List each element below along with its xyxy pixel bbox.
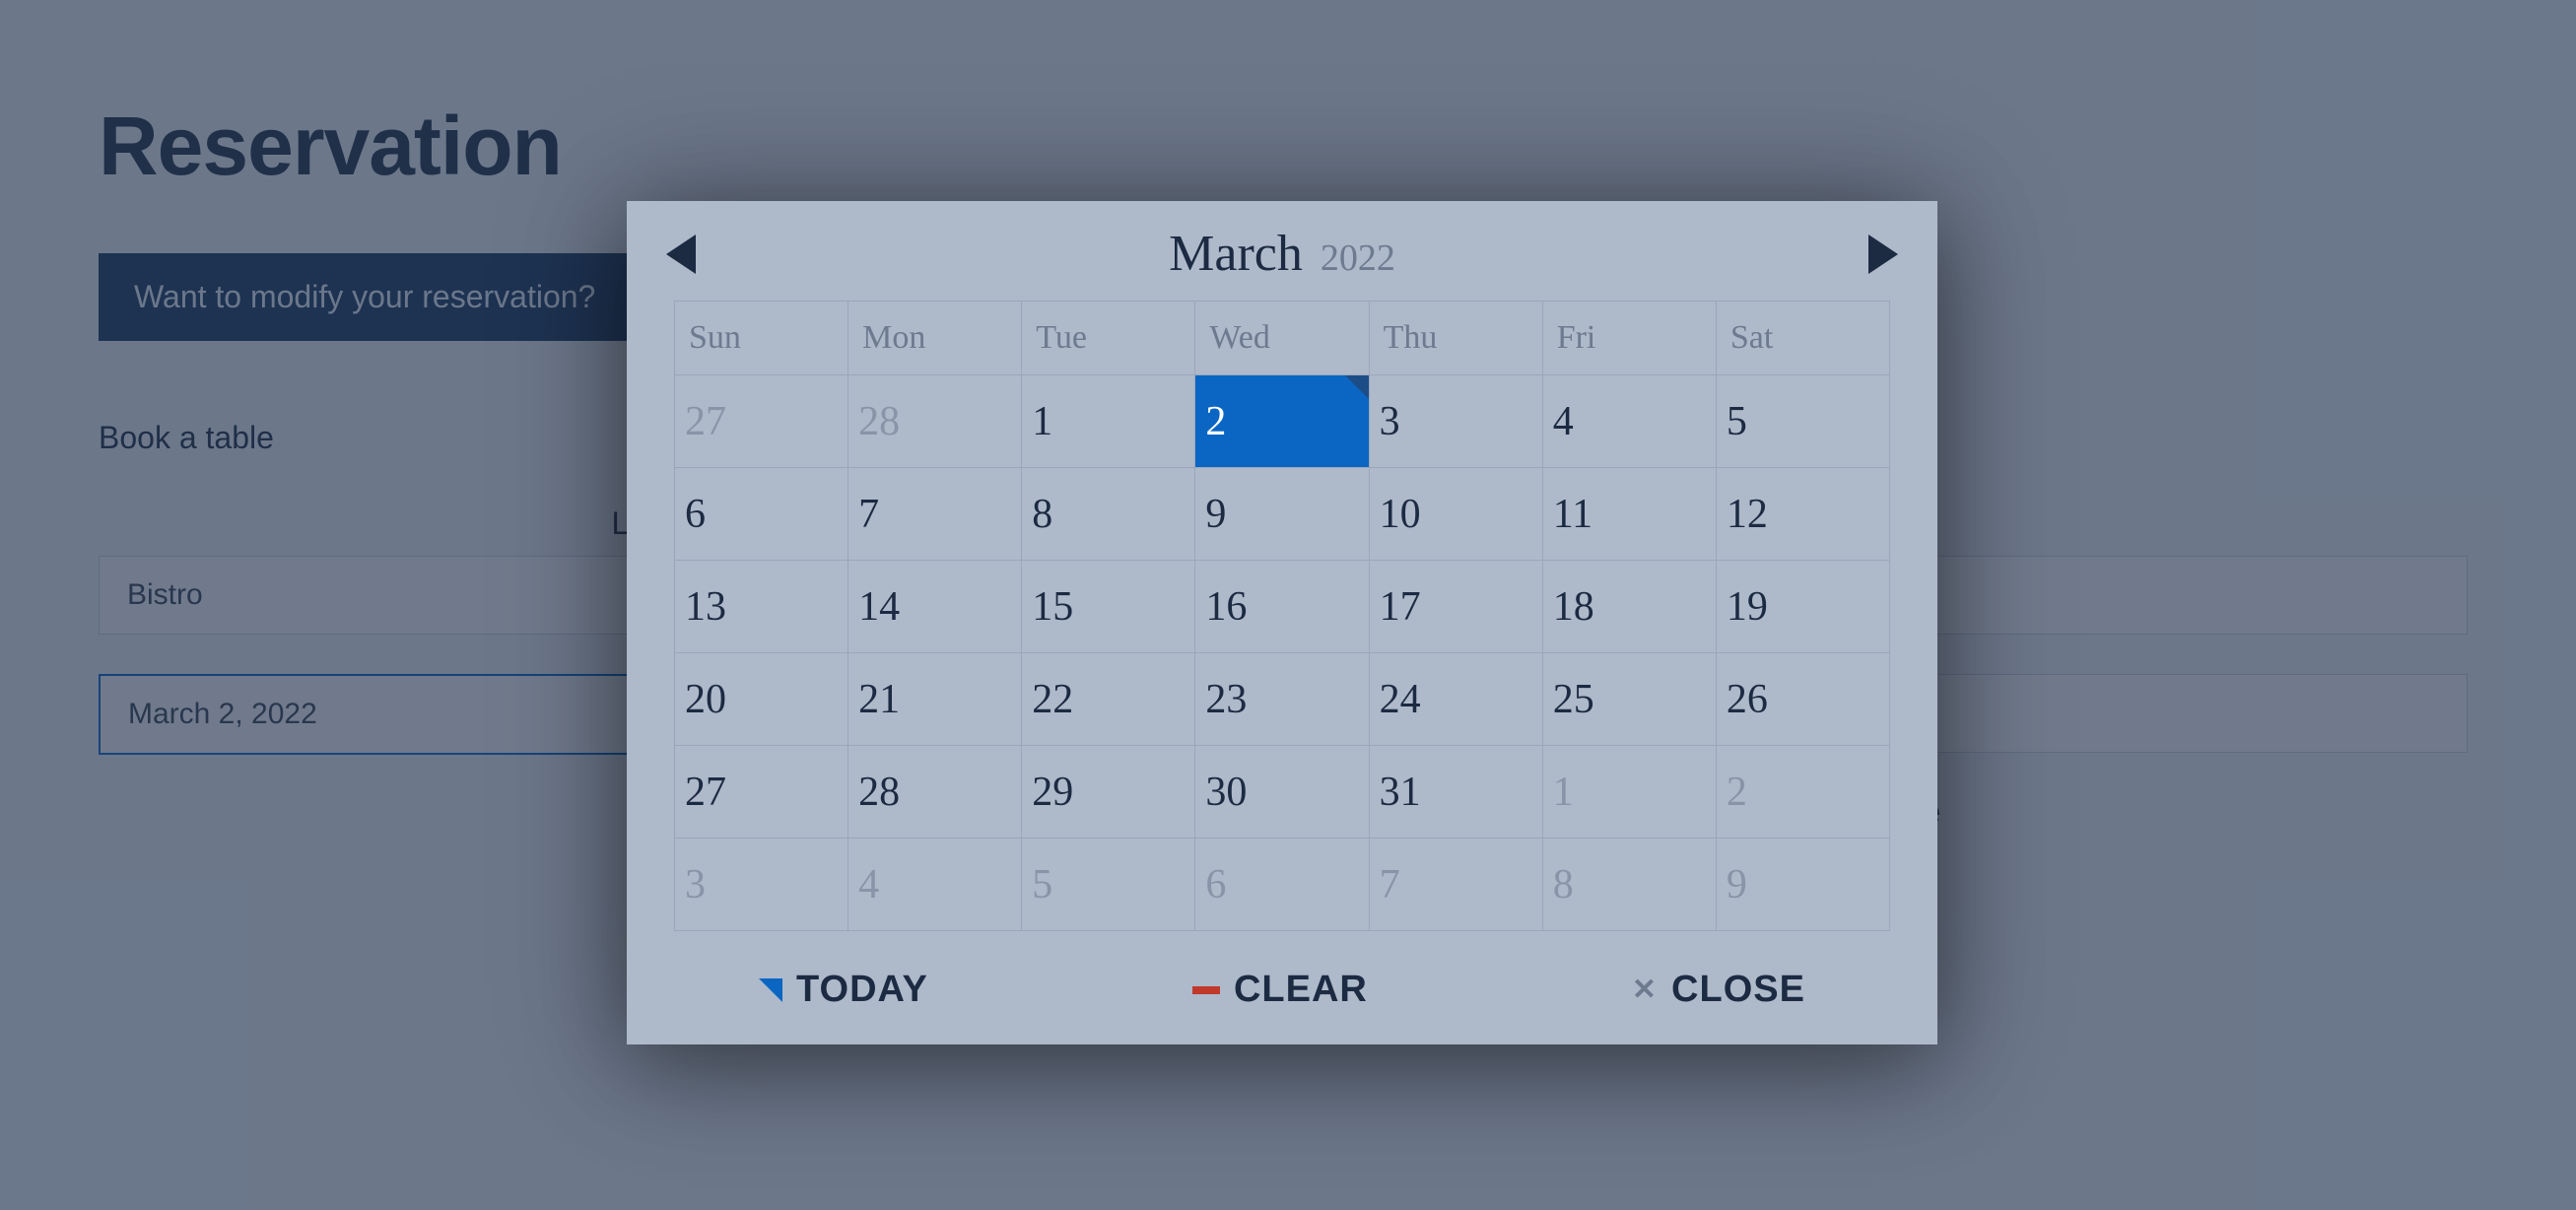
calendar-day[interactable]: 27 bbox=[675, 375, 848, 468]
calendar-day[interactable]: 8 bbox=[1542, 839, 1716, 931]
weekday-header: Fri bbox=[1542, 302, 1716, 375]
calendar-day[interactable]: 23 bbox=[1195, 653, 1369, 746]
calendar-day[interactable]: 9 bbox=[1716, 839, 1889, 931]
calendar-day[interactable]: 30 bbox=[1195, 746, 1369, 839]
calendar-day[interactable]: 14 bbox=[848, 561, 1022, 653]
calendar-day[interactable]: 13 bbox=[675, 561, 848, 653]
calendar-day[interactable]: 12 bbox=[1716, 468, 1889, 561]
datepicker-header: March 2022 bbox=[627, 201, 1937, 301]
calendar-day[interactable]: 4 bbox=[848, 839, 1022, 931]
calendar-day[interactable]: 28 bbox=[848, 375, 1022, 468]
close-icon: ✕ bbox=[1632, 975, 1658, 1005]
calendar-day[interactable]: 4 bbox=[1542, 375, 1716, 468]
calendar-day[interactable]: 5 bbox=[1716, 375, 1889, 468]
datepicker-month: March bbox=[1169, 225, 1303, 283]
clear-button[interactable]: CLEAR bbox=[1192, 969, 1368, 1011]
calendar-day[interactable]: 7 bbox=[848, 468, 1022, 561]
calendar-day[interactable]: 3 bbox=[675, 839, 848, 931]
calendar-day[interactable]: 9 bbox=[1195, 468, 1369, 561]
calendar-day[interactable]: 21 bbox=[848, 653, 1022, 746]
modify-reservation-banner[interactable]: Want to modify your reservation? bbox=[99, 253, 631, 341]
calendar-day[interactable]: 26 bbox=[1716, 653, 1889, 746]
prev-month-icon[interactable] bbox=[666, 235, 696, 274]
calendar-day[interactable]: 8 bbox=[1022, 468, 1195, 561]
today-button-label: TODAY bbox=[796, 969, 928, 1011]
weekday-header: Thu bbox=[1369, 302, 1542, 375]
datepicker-title[interactable]: March 2022 bbox=[1169, 225, 1395, 283]
datepicker: March 2022 SunMonTueWedThuFriSat 2728123… bbox=[627, 201, 1937, 1044]
calendar-day[interactable]: 29 bbox=[1022, 746, 1195, 839]
clear-button-label: CLEAR bbox=[1234, 969, 1368, 1011]
calendar-day[interactable]: 18 bbox=[1542, 561, 1716, 653]
calendar-day[interactable]: 11 bbox=[1542, 468, 1716, 561]
calendar-day[interactable]: 10 bbox=[1369, 468, 1542, 561]
calendar-day[interactable]: 2 bbox=[1716, 746, 1889, 839]
weekday-header: Sun bbox=[675, 302, 848, 375]
calendar-day[interactable]: 6 bbox=[1195, 839, 1369, 931]
datepicker-footer: TODAY CLEAR ✕ CLOSE bbox=[627, 931, 1937, 1044]
page-title: Reservation bbox=[99, 99, 2477, 194]
today-icon bbox=[759, 978, 782, 1002]
weekday-header: Tue bbox=[1022, 302, 1195, 375]
weekday-header: Mon bbox=[848, 302, 1022, 375]
calendar-day[interactable]: 5 bbox=[1022, 839, 1195, 931]
calendar-day[interactable]: 24 bbox=[1369, 653, 1542, 746]
calendar-day[interactable]: 1 bbox=[1542, 746, 1716, 839]
close-button[interactable]: ✕ CLOSE bbox=[1632, 969, 1805, 1011]
next-month-icon[interactable] bbox=[1868, 235, 1898, 274]
calendar-day[interactable]: 27 bbox=[675, 746, 848, 839]
calendar-day[interactable]: 6 bbox=[675, 468, 848, 561]
today-button[interactable]: TODAY bbox=[759, 969, 928, 1011]
calendar-day[interactable]: 3 bbox=[1369, 375, 1542, 468]
calendar-day[interactable]: 19 bbox=[1716, 561, 1889, 653]
weekday-header: Wed bbox=[1195, 302, 1369, 375]
calendar-day[interactable]: 28 bbox=[848, 746, 1022, 839]
calendar-day[interactable]: 15 bbox=[1022, 561, 1195, 653]
clear-icon bbox=[1192, 986, 1220, 994]
close-button-label: CLOSE bbox=[1671, 969, 1805, 1011]
calendar-day[interactable]: 20 bbox=[675, 653, 848, 746]
datepicker-year: 2022 bbox=[1321, 236, 1395, 280]
calendar-day[interactable]: 16 bbox=[1195, 561, 1369, 653]
calendar-day[interactable]: 25 bbox=[1542, 653, 1716, 746]
calendar-day[interactable]: 1 bbox=[1022, 375, 1195, 468]
calendar-day[interactable]: 17 bbox=[1369, 561, 1542, 653]
datepicker-grid: SunMonTueWedThuFriSat 272812345678910111… bbox=[674, 301, 1890, 931]
calendar-day[interactable]: 22 bbox=[1022, 653, 1195, 746]
calendar-day[interactable]: 7 bbox=[1369, 839, 1542, 931]
weekday-header: Sat bbox=[1716, 302, 1889, 375]
calendar-day[interactable]: 31 bbox=[1369, 746, 1542, 839]
calendar-day[interactable]: 2 bbox=[1195, 375, 1369, 468]
